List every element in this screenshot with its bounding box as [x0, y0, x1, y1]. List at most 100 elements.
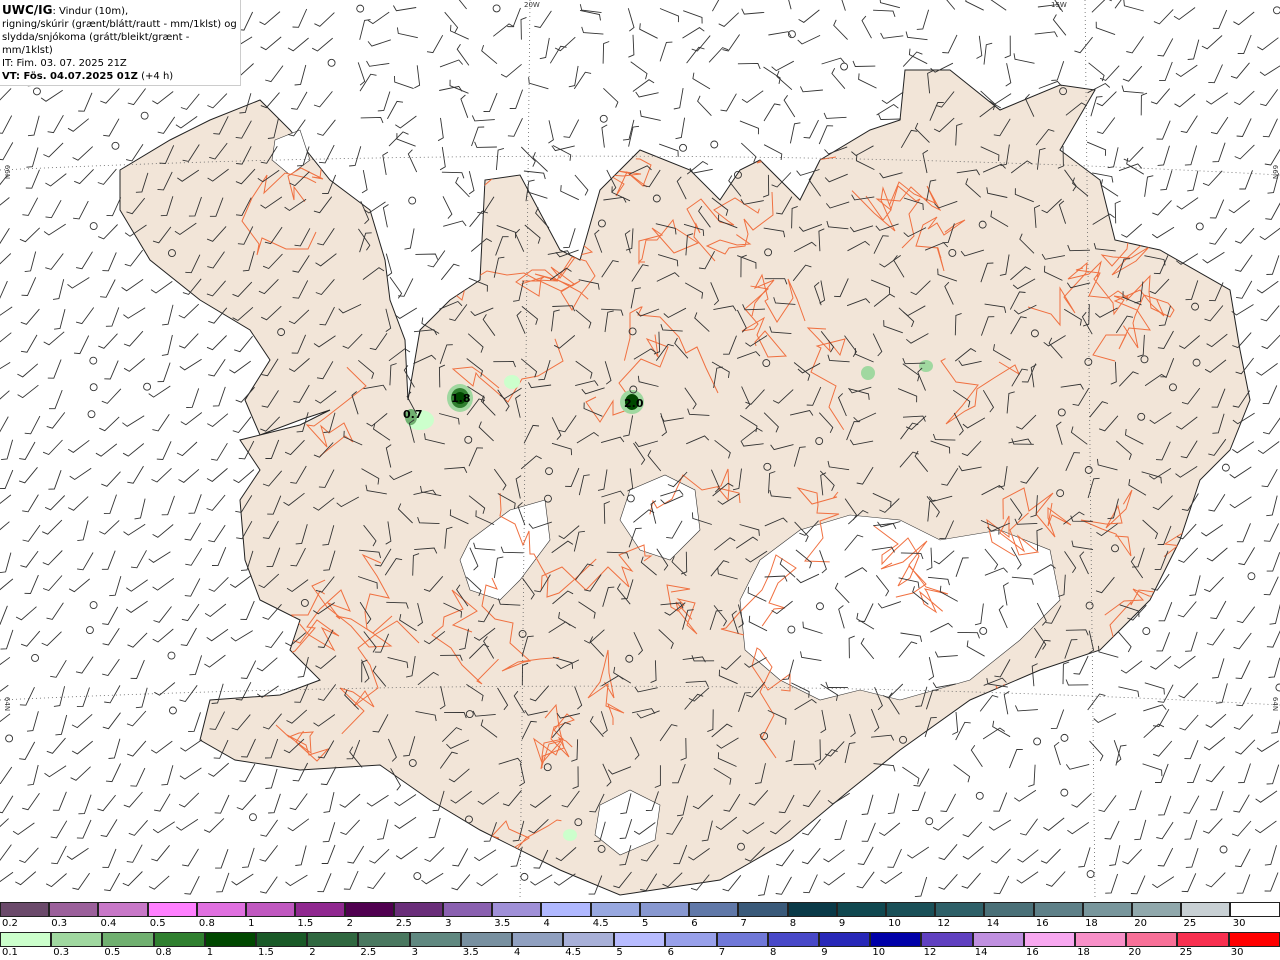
legend-color-box [393, 902, 443, 917]
wind-barb [20, 630, 41, 647]
wind-barb [1259, 65, 1280, 77]
wind-barb [0, 306, 13, 316]
wind-barb [692, 72, 711, 90]
wind-barb [176, 818, 199, 831]
wind-barb [182, 848, 199, 867]
legend-rain-colorbar [0, 932, 1280, 947]
wind-barb [1160, 170, 1173, 191]
wind-barb [1104, 820, 1120, 840]
wind-barb [0, 656, 11, 666]
legend-color-box [689, 902, 739, 917]
wind-barb [659, 8, 679, 23]
wind-barb [682, 27, 705, 39]
wind-barb [260, 36, 282, 51]
calm-wind-marker [492, 4, 501, 13]
wind-barb [382, 151, 389, 175]
wind-barb [52, 791, 67, 811]
wind-barb [77, 552, 94, 571]
wind-barb [471, 115, 495, 122]
legend-label: 6 [691, 918, 698, 929]
wind-barb [474, 849, 497, 862]
wind-barb [1114, 200, 1121, 224]
legend-color-box [639, 902, 690, 917]
wind-barb [127, 632, 148, 648]
wind-barb [1210, 790, 1224, 811]
wind-barb [1257, 37, 1279, 51]
wind-barb [708, 47, 729, 63]
wind-barb [952, 711, 959, 735]
wind-barb [100, 819, 118, 837]
wind-barb [1264, 148, 1280, 166]
wind-barb [507, 118, 523, 137]
wind-barb [101, 471, 121, 487]
wind-barb [803, 119, 819, 139]
wind-barb [240, 660, 257, 679]
wind-barb [314, 12, 335, 27]
wind-barb [1156, 120, 1171, 140]
wind-barb [1233, 11, 1255, 26]
wind-barb [389, 276, 403, 299]
legend-label: 18 [1077, 947, 1090, 958]
wind-barb [1206, 547, 1228, 562]
wind-barb [130, 550, 147, 569]
calm-wind-marker [32, 87, 41, 96]
wind-barb [180, 93, 200, 110]
wind-barb [124, 249, 144, 267]
wind-barb [19, 441, 36, 460]
legend-color-box [147, 902, 197, 917]
wind-barb [712, 0, 720, 12]
wind-barb [741, 8, 765, 15]
wind-barb [468, 170, 475, 195]
wind-barb [22, 494, 39, 513]
wind-barb [161, 334, 173, 356]
wind-barb [387, 100, 404, 120]
wind-barb [40, 89, 63, 102]
wind-barb [1043, 817, 1065, 831]
legend-color-box [1228, 932, 1280, 947]
wind-barb [126, 710, 147, 727]
wind-barb [1090, 96, 1103, 117]
wind-barb [1152, 708, 1170, 727]
wind-barb [1181, 873, 1197, 893]
wind-barb [108, 738, 121, 759]
wind-barb [45, 173, 67, 187]
wind-barb [474, 141, 497, 148]
legend-label: 3.5 [494, 918, 511, 929]
wind-barb [46, 412, 66, 429]
calm-wind-marker [87, 410, 96, 419]
wind-barb [659, 143, 679, 157]
wind-barb [932, 816, 954, 831]
wind-barb [1150, 88, 1171, 105]
wind-barb [940, 793, 956, 812]
calm-wind-marker [840, 62, 849, 71]
wind-barb [1144, 175, 1154, 197]
wind-barb [1212, 9, 1228, 29]
wind-barb [1062, 661, 1070, 685]
wind-barb [122, 871, 143, 887]
wind-barb [528, 77, 549, 90]
wind-barb [102, 848, 117, 868]
wind-barb [902, 766, 920, 785]
wind-barb [427, 250, 446, 268]
wind-barb [1028, 764, 1036, 788]
wind-barb [1087, 82, 1111, 94]
wind-barb [1105, 873, 1119, 894]
wind-barb [1210, 600, 1227, 620]
wind-barb [46, 737, 66, 754]
wind-barb [55, 714, 68, 736]
wind-barb [1152, 876, 1175, 889]
lat-label-66n-left: 66N [3, 164, 12, 180]
wind-barb [179, 767, 202, 780]
calm-wind-marker [89, 222, 98, 231]
wind-barb [78, 794, 92, 815]
wind-barb [1157, 145, 1170, 166]
wind-barb [1261, 468, 1278, 488]
wind-barb [0, 552, 12, 574]
wind-barb [878, 822, 901, 837]
wind-barb [581, 26, 604, 35]
wind-barb [1265, 202, 1280, 220]
wind-barb [211, 442, 228, 461]
wind-barb [659, 41, 673, 62]
wind-barb [1109, 845, 1121, 866]
calm-wind-marker [89, 383, 98, 392]
